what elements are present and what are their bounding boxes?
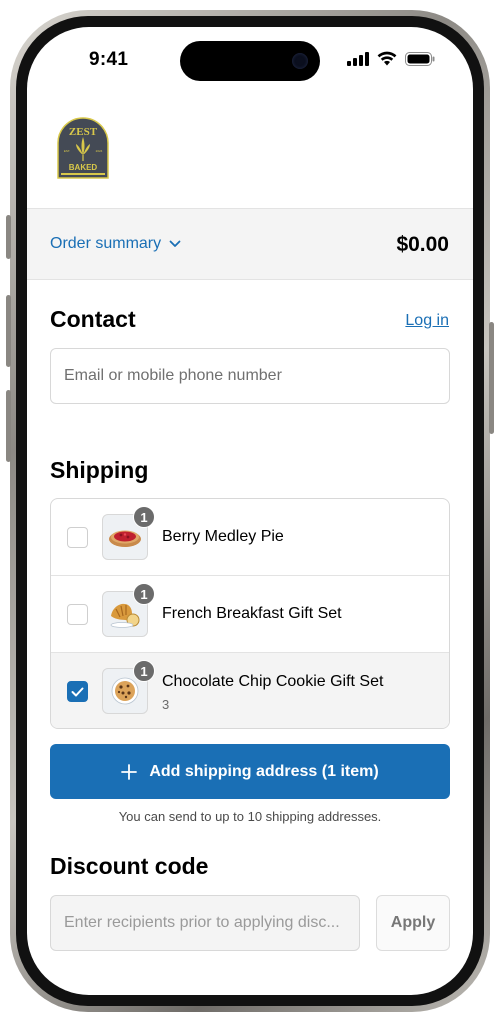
order-total: $0.00 <box>396 233 449 256</box>
order-summary-toggle[interactable]: Order summary <box>50 235 181 253</box>
wifi-icon <box>377 51 397 66</box>
contact-heading: Contact <box>50 306 136 332</box>
power-button <box>489 322 494 434</box>
item-checkbox[interactable] <box>67 527 88 548</box>
login-link[interactable]: Log in <box>405 312 449 330</box>
quantity-badge: 1 <box>133 583 155 605</box>
action-button <box>6 215 11 259</box>
shipping-helper-text: You can send to up to 10 shipping addres… <box>118 809 382 824</box>
plus-icon <box>121 763 138 780</box>
apply-button[interactable]: Apply <box>376 895 450 951</box>
checkmark-icon <box>71 687 84 696</box>
quantity-badge: 1 <box>133 506 155 528</box>
item-name: French Breakfast Gift Set <box>162 605 342 622</box>
list-item[interactable]: 1 French Breakfast Gift Set <box>51 576 449 653</box>
cookie-icon <box>111 677 139 705</box>
list-item[interactable]: 1 Berry Medley Pie <box>51 499 449 576</box>
item-name: Berry Medley Pie <box>162 528 284 545</box>
chevron-down-icon <box>169 240 181 247</box>
discount-code-input[interactable]: Enter recipients prior to applying disc.… <box>50 895 360 951</box>
item-name: Chocolate Chip Cookie Gift Set <box>162 673 384 690</box>
order-summary-label: Order summary <box>50 235 162 252</box>
cellular-signal-icon <box>347 51 369 66</box>
camera-icon <box>292 53 308 69</box>
item-checkbox[interactable] <box>67 604 88 625</box>
item-checkbox[interactable] <box>67 681 88 702</box>
brand-logo[interactable]: ZEST BAKED EST. 2024 <box>55 117 111 179</box>
add-shipping-address-label: Add shipping address (1 item) <box>149 762 379 780</box>
status-bar: 9:41 <box>27 27 473 97</box>
status-time: 9:41 <box>89 49 129 70</box>
order-summary-bar: Order summary $0.00 <box>27 208 473 280</box>
volume-up-button <box>6 295 11 367</box>
status-icons <box>347 51 435 66</box>
email-field[interactable]: Email or mobile phone number <box>50 348 450 404</box>
shipping-items-list: 1 Berry Medley Pie 1 French Breakfast Gi… <box>50 498 450 729</box>
dynamic-island <box>180 41 320 81</box>
logo-est-text: EST. <box>64 149 71 153</box>
croissant-icon <box>110 603 140 628</box>
item-subtext: 3 <box>162 697 170 712</box>
shipping-heading: Shipping <box>50 457 149 483</box>
quantity-badge: 1 <box>133 660 155 682</box>
volume-down-button <box>6 390 11 462</box>
discount-heading: Discount code <box>50 853 209 879</box>
pie-icon <box>109 530 141 547</box>
logo-top-text: ZEST <box>69 126 98 138</box>
logo-bottom-text: BAKED <box>69 163 98 172</box>
add-shipping-address-button[interactable]: Add shipping address (1 item) <box>50 744 450 799</box>
screen: 9:41 ZEST BAKED EST. 2024 Order summary … <box>27 27 473 995</box>
list-item[interactable]: 1 Chocolate Chip Cookie Gift Set 3 <box>51 653 449 728</box>
battery-icon <box>405 51 435 66</box>
logo-year-text: 2024 <box>96 149 103 153</box>
